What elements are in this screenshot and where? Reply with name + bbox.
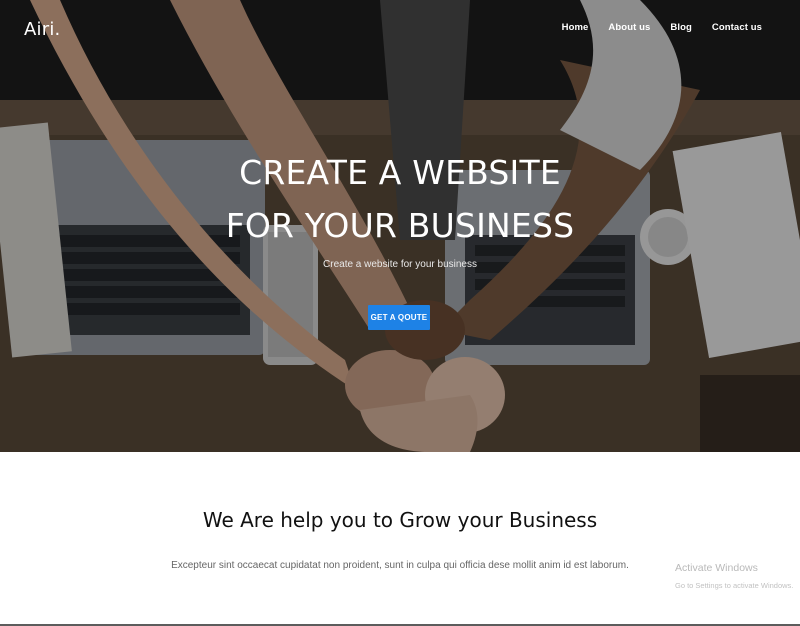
nav-item-about-us[interactable]: About us xyxy=(608,22,650,33)
activate-windows-title: Activate Windows xyxy=(675,562,758,574)
nav-item-contact-us[interactable]: Contact us xyxy=(712,22,762,33)
hero-title-line-2: FOR YOUR BUSINESS xyxy=(225,206,575,245)
get-a-quote-button[interactable]: GET A QOUTE xyxy=(368,305,430,330)
main-nav: Home About us Blog Contact us xyxy=(542,22,762,33)
hero-title-line-1: CREATE A WEBSITE xyxy=(239,153,561,192)
nav-item-home[interactable]: Home xyxy=(562,22,589,33)
section-title: We Are help you to Grow your Business xyxy=(202,508,598,532)
activate-windows-subtitle: Go to Settings to activate Windows. xyxy=(675,581,794,590)
site-logo[interactable]: Airi. xyxy=(24,19,60,40)
nav-item-blog[interactable]: Blog xyxy=(670,22,692,33)
hero-title: CREATE A WEBSITE FOR YOUR BUSINESS xyxy=(0,146,800,252)
hero-subtitle: Create a website for your business xyxy=(323,259,477,270)
